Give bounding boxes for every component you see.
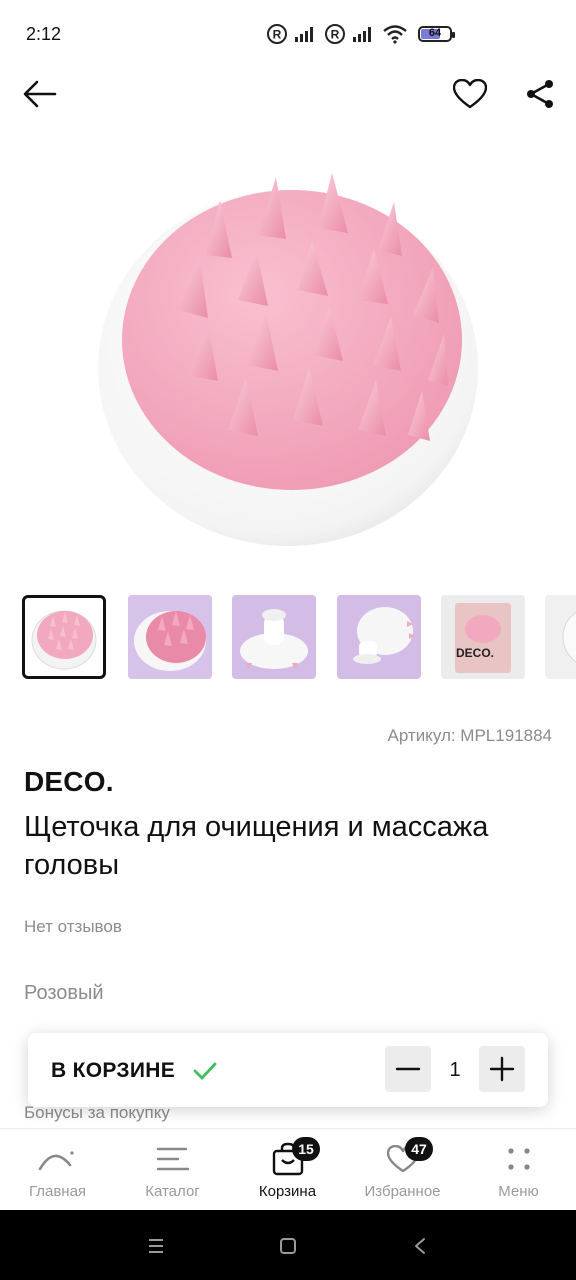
product-title: Щеточка для очищения и массажа головы [24, 811, 489, 881]
in-cart-label[interactable]: В КОРЗИНЕ [51, 1059, 175, 1083]
dots-grid-icon [507, 1148, 530, 1170]
thumb-package-image: DECO. [441, 595, 525, 679]
color-label: Розовый [24, 982, 104, 1004]
nav-menu[interactable]: Меню [461, 1129, 576, 1211]
thumbnail-2[interactable] [128, 595, 212, 679]
product-image[interactable] [0, 130, 576, 570]
svg-text:R: R [273, 28, 282, 42]
nav-favorites[interactable]: 47 Избранное [345, 1129, 460, 1211]
battery-icon: 64 [418, 26, 455, 42]
cart-bar: В КОРЗИНЕ 1 [28, 1033, 548, 1107]
thumbnail-3[interactable] [232, 595, 316, 679]
share-icon [527, 80, 553, 108]
signal-icon [295, 27, 313, 42]
top-toolbar [0, 68, 576, 116]
thumbnail-1[interactable] [22, 595, 106, 679]
system-back-button[interactable] [406, 1232, 434, 1260]
home-arc-icon [38, 1151, 74, 1171]
plus-icon [489, 1056, 515, 1082]
thumb-angle-image [128, 595, 212, 679]
favorite-button[interactable] [448, 72, 492, 116]
arrow-left-icon [23, 80, 57, 108]
nav-catalog[interactable]: Каталог [115, 1129, 230, 1211]
scalp-brush-image [98, 173, 478, 546]
system-nav-bar [0, 1210, 576, 1280]
nav-catalog-label: Каталог [145, 1183, 200, 1200]
article-number: Артикул: MPL191884 [387, 726, 552, 745]
status-icons: R R 64 [266, 22, 455, 46]
thumbnail-6[interactable] [545, 595, 576, 679]
nav-cart-label: Корзина [258, 1183, 317, 1200]
wifi-icon [383, 25, 407, 44]
recent-apps-button[interactable] [142, 1232, 170, 1260]
quantity-value: 1 [449, 1059, 461, 1081]
svg-text:R: R [331, 28, 340, 42]
back-button[interactable] [18, 72, 62, 116]
minus-icon [395, 1067, 421, 1071]
quantity-increase-button[interactable] [479, 1046, 525, 1092]
home-button[interactable] [274, 1232, 302, 1260]
thumb-front-image [31, 610, 97, 670]
thumbnail-strip: DECO. [22, 595, 576, 679]
bottom-nav: Главная Каталог 15 Корзина 47 Избранное … [0, 1128, 576, 1210]
favorites-badge: 47 [405, 1137, 433, 1161]
nav-menu-label: Меню [498, 1183, 539, 1200]
square-icon [280, 1238, 296, 1254]
nav-cart[interactable]: 15 Корзина [230, 1129, 345, 1211]
catalog-lines-icon [156, 1147, 189, 1171]
status-time: 2:12 [26, 24, 62, 44]
registered-icon: R [325, 24, 345, 44]
package-brand-text: DECO. [456, 646, 494, 660]
thumbnail-4[interactable] [337, 595, 421, 679]
battery-level: 64 [428, 27, 442, 39]
menu-lines-icon [149, 1239, 163, 1253]
status-bar: 2:12 R R 64 [0, 0, 576, 68]
nav-home[interactable]: Главная [0, 1129, 115, 1211]
quantity-decrease-button[interactable] [385, 1046, 431, 1092]
brand-name[interactable]: DECO. [24, 766, 114, 798]
registered-icon: R [267, 24, 287, 44]
nav-home-label: Главная [28, 1183, 87, 1200]
cart-badge: 15 [292, 1137, 320, 1161]
chevron-left-icon [415, 1238, 425, 1254]
thumb-back-image [337, 595, 421, 679]
signal-icon [353, 27, 371, 42]
thumb-more-image [545, 595, 576, 679]
share-button[interactable] [518, 72, 562, 116]
heart-icon [453, 79, 487, 109]
check-icon [193, 1062, 217, 1080]
thumb-handle-image [232, 595, 316, 679]
nav-favorites-label: Избранное [364, 1183, 441, 1200]
thumbnail-5[interactable]: DECO. [441, 595, 525, 679]
reviews-link[interactable]: Нет отзывов [24, 917, 122, 937]
